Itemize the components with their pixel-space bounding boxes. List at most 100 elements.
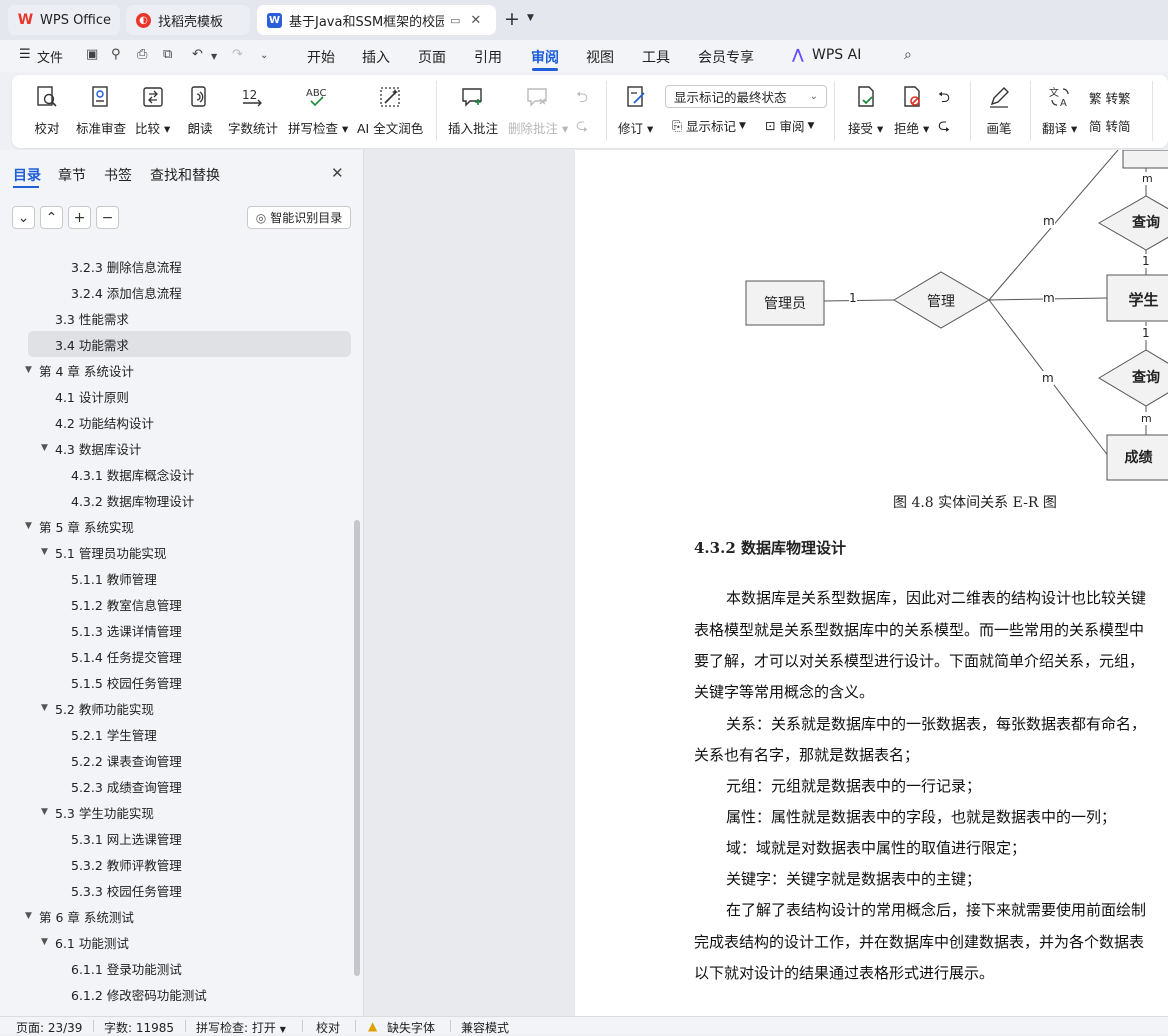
toc-item[interactable]: 5.3.2 教师评教管理 [0,851,355,877]
toc-item[interactable]: 5.1.5 校园任务管理 [0,669,355,695]
save-icon[interactable]: ▣ [86,47,98,62]
redo-icon[interactable]: ↷ [232,47,243,62]
reject-button[interactable]: 拒绝 ▾ [894,83,929,137]
spell-check-button[interactable]: ABC 拼写检查 ▾ [288,83,348,137]
toc-item[interactable]: 3.2.3 删除信息流程 [0,253,355,279]
close-tab-icon[interactable]: ✕ [470,13,481,28]
show-markup-button[interactable]: ⎘ 显示标记 ▼ [672,116,746,135]
panel-tab-bookmark[interactable]: 书签 [104,165,132,185]
toc-item[interactable]: ▼ 5.3 学生功能实现 [0,799,355,825]
toc-item[interactable]: 5.3.1 网上选课管理 [0,825,355,851]
markup-state-select[interactable]: 显示标记的最终状态 ⌄ [665,85,827,108]
toc-item[interactable]: 4.3.2 数据库物理设计 [0,487,355,513]
toc-item[interactable]: 4.3.1 数据库概念设计 [0,461,355,487]
accept-button[interactable]: 接受 ▾ [848,83,883,137]
toc-item[interactable]: ▼ 第 6 章 系统测试 [0,903,355,929]
search-icon[interactable]: ⌕ [904,47,912,63]
menu-page[interactable]: 页面 [418,47,446,67]
menu-review[interactable]: 审阅 [531,47,559,67]
menu-view[interactable]: 视图 [586,47,614,67]
new-tab-icon[interactable]: + [504,8,520,30]
close-panel-icon[interactable]: ✕ [331,164,344,182]
add-heading-button[interactable]: + [68,206,91,229]
standard-review-button[interactable]: 标准审查 [76,83,126,137]
toc-item[interactable]: 5.1.4 任务提交管理 [0,643,355,669]
toc-item[interactable]: 3.4 功能需求 [28,331,351,357]
compare-button[interactable]: 比较 ▾ [135,83,170,137]
wps-ai-icon[interactable]: ⋀ [792,47,804,63]
toc-item[interactable]: 5.2.2 课表查询管理 [0,747,355,773]
toc-scrollbar[interactable] [354,520,360,976]
collapse-down-button[interactable]: ⌄ [12,206,35,229]
remove-heading-button[interactable]: − [96,206,119,229]
toc-item[interactable]: 5.2.1 学生管理 [0,721,355,747]
monitor-icon[interactable]: ▭ [450,14,460,27]
smart-toc-button[interactable]: ◎ 智能识别目录 [247,206,351,229]
panel-tab-toc[interactable]: 目录 [13,165,41,185]
toc-item[interactable]: 5.1.3 选课详情管理 [0,617,355,643]
word-count-status[interactable]: 字数: 11985 [104,1019,174,1036]
pen-button[interactable]: 画笔 [986,83,1012,137]
print-icon[interactable]: ⎙ [137,47,147,62]
next-change-icon[interactable]: ⮎ [938,115,950,140]
menu-tools[interactable]: 工具 [642,47,670,67]
tab-wps-office[interactable]: W WPS Office [8,5,120,35]
insert-comment-button[interactable]: 插入批注 [448,83,498,137]
expand-arrow-icon[interactable]: ▼ [25,365,32,375]
read-aloud-button[interactable]: 朗读 [187,83,213,137]
print-preview-icon[interactable]: ⧉ [163,47,172,62]
toc-item[interactable]: 5.1.1 教师管理 [0,565,355,591]
undo-dropdown-icon[interactable]: ▼ [211,52,217,61]
missing-font-status[interactable]: 缺失字体 [387,1019,435,1036]
translate-button[interactable]: 文A 翻译 ▾ [1042,83,1077,137]
toc-item[interactable]: 5.1.2 教室信息管理 [0,591,355,617]
undo-icon[interactable]: ↶ [192,47,203,62]
share-icon[interactable]: ⚲ [111,47,121,62]
delete-comment-button[interactable]: 删除批注 ▾ [508,83,568,137]
toc-item[interactable]: 4.2 功能结构设计 [0,409,355,435]
toc-item[interactable]: ▼ 第 4 章 系统设计 [0,357,355,383]
menu-start[interactable]: 开始 [307,47,335,67]
menu-reference[interactable]: 引用 [474,47,502,67]
toc-item[interactable]: 3.2.4 添加信息流程 [0,279,355,305]
page-indicator[interactable]: 页面: 23/39 [16,1019,82,1036]
previous-comment-icon[interactable]: ⮌ [576,87,588,112]
proof-button[interactable]: 校对 [34,83,60,137]
menu-wps-ai[interactable]: WPS AI [812,47,861,63]
panel-tab-chapter[interactable]: 章节 [58,165,86,185]
more-chevron-icon[interactable]: ⌄ [260,50,268,61]
toc-item[interactable]: ▼ 5.2 教师功能实现 [0,695,355,721]
previous-change-icon[interactable]: ⮌ [938,87,950,112]
proof-status[interactable]: 校对 [316,1019,340,1036]
tab-document[interactable]: W 基于Java和SSM框架的校园教 ▭ ✕ [257,5,496,35]
expand-arrow-icon[interactable]: ▼ [25,911,32,921]
expand-arrow-icon[interactable]: ▼ [41,807,48,817]
review-pane-button[interactable]: ⊡ 审阅 ▼ [765,116,814,135]
menu-insert[interactable]: 插入 [362,47,390,67]
toc-item[interactable]: 4.1 设计原则 [0,383,355,409]
track-changes-button[interactable]: 修订 ▾ [618,83,653,137]
chevron-down-icon[interactable]: ▼ [527,13,534,23]
expand-arrow-icon[interactable]: ▼ [41,937,48,947]
to-traditional-button[interactable]: 繁转繁 [1089,88,1131,107]
word-count-button[interactable]: 12 字数统计 [228,83,278,137]
to-simplified-button[interactable]: 简转简 [1089,116,1131,135]
ai-polish-button[interactable]: AI 全文润色 [357,83,423,137]
toc-item[interactable]: 5.2.3 成绩查询管理 [0,773,355,799]
expand-arrow-icon[interactable]: ▼ [41,547,48,557]
collapse-up-button[interactable]: ⌃ [40,206,63,229]
panel-tab-find[interactable]: 查找和替换 [150,165,220,185]
toc-item[interactable]: 6.1.1 登录功能测试 [0,955,355,981]
menu-vip[interactable]: 会员专享 [698,47,754,67]
menu-file[interactable]: 文件 [37,47,63,66]
toc-item[interactable]: 6.1.2 修改密码功能测试 [0,981,355,1007]
next-comment-icon[interactable]: ⮎ [576,115,588,140]
toc-item[interactable]: 5.3.3 校园任务管理 [0,877,355,903]
toc-item[interactable]: ▼ 6.1 功能测试 [0,929,355,955]
spell-check-status[interactable]: 拼写检查: 打开 ▼ [196,1019,286,1036]
hamburger-icon[interactable]: ☰ [19,47,31,62]
toc-item[interactable]: ▼ 5.1 管理员功能实现 [0,539,355,565]
expand-arrow-icon[interactable]: ▼ [41,703,48,713]
toc-item[interactable]: ▼ 4.3 数据库设计 [0,435,355,461]
toc-item[interactable]: ▼ 第 5 章 系统实现 [0,513,355,539]
